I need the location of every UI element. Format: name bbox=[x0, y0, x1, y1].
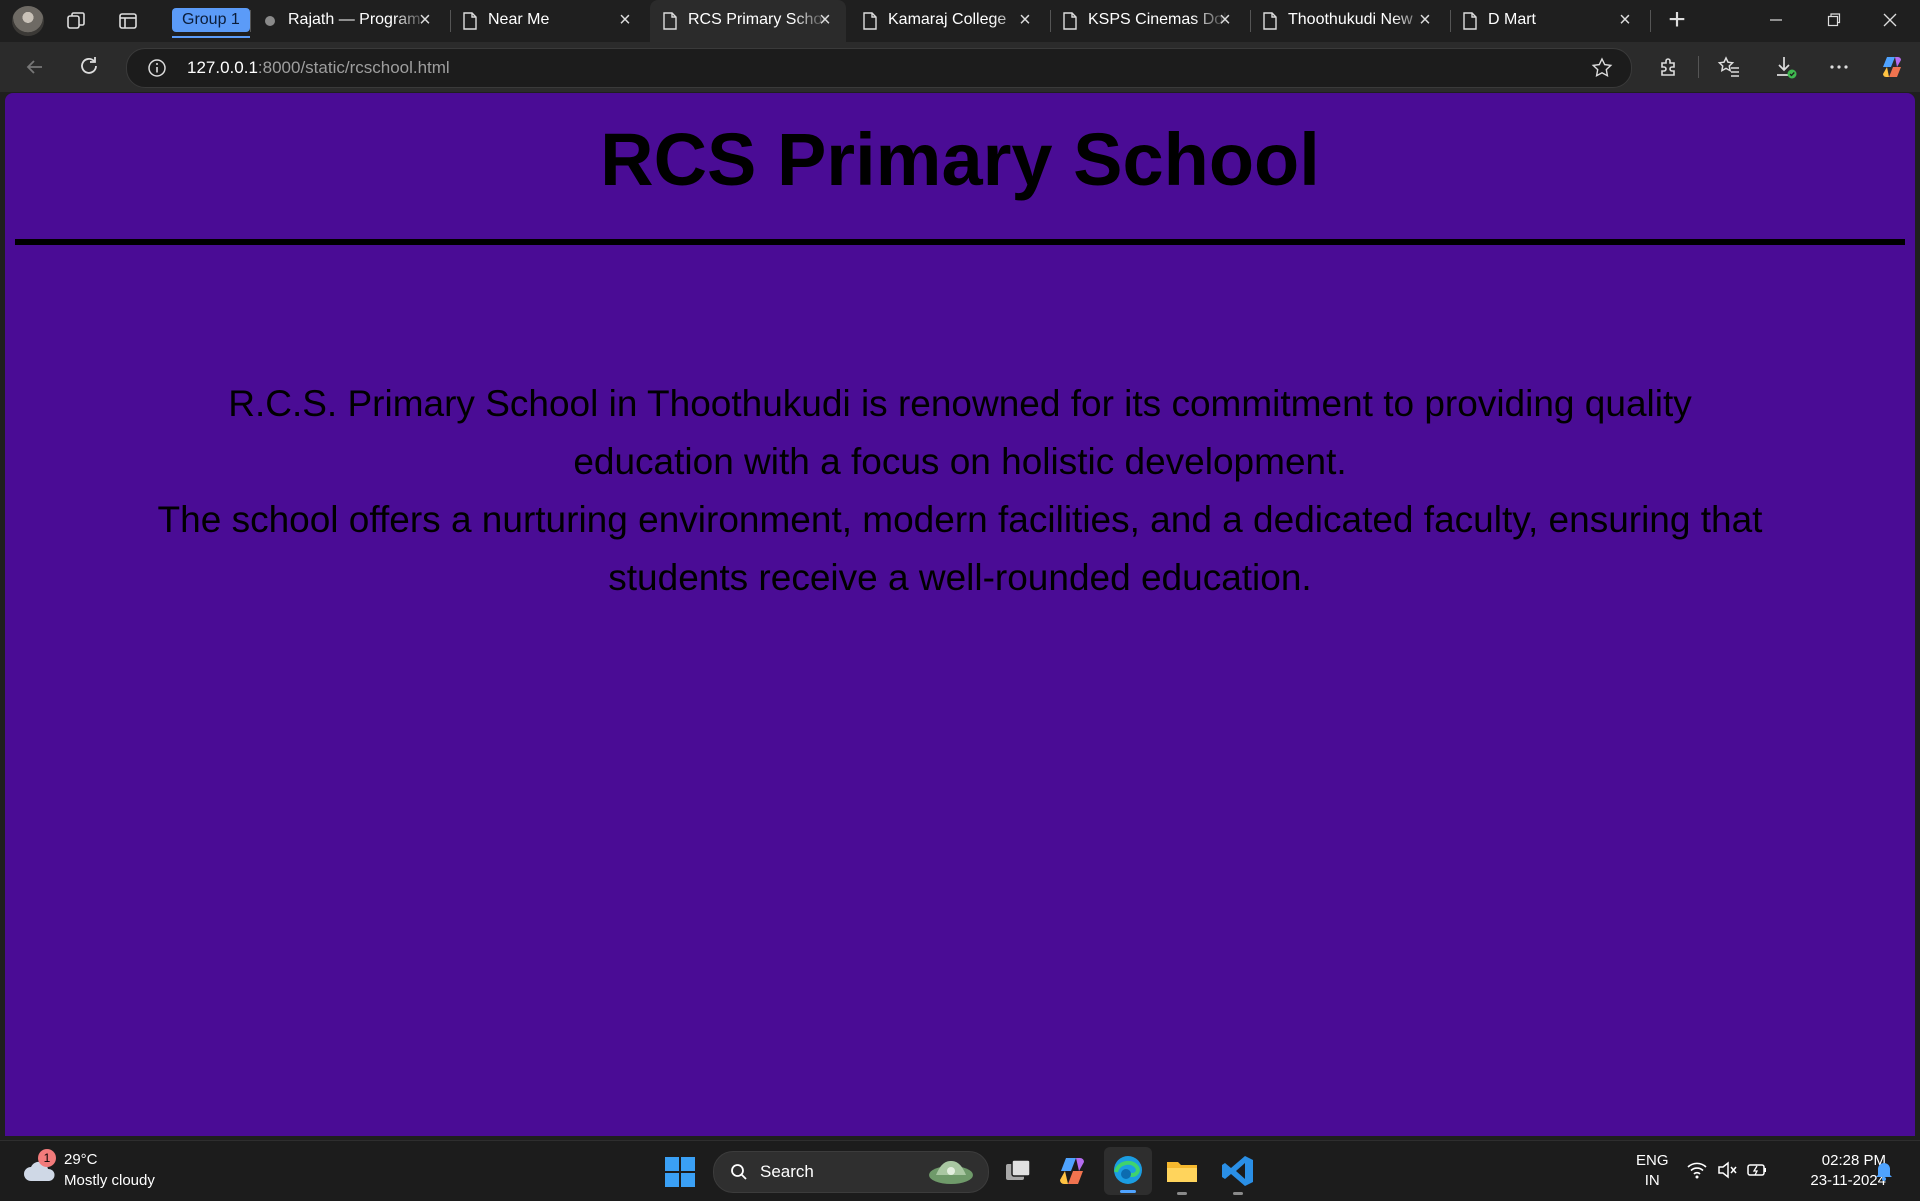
favorites-icon[interactable] bbox=[1716, 54, 1742, 80]
tab-title: Near Me bbox=[488, 11, 550, 28]
page-icon bbox=[1263, 12, 1277, 30]
tab-title: KSPS Cinemas Doll bbox=[1088, 11, 1228, 28]
active-indicator bbox=[1120, 1190, 1136, 1193]
running-indicator bbox=[1177, 1192, 1187, 1195]
url-host: 127.0.0.1 bbox=[187, 58, 258, 77]
close-icon[interactable]: × bbox=[616, 10, 634, 30]
close-icon bbox=[1883, 13, 1897, 27]
minimize-button[interactable] bbox=[1764, 10, 1788, 32]
page-description: R.C.S. Primary School in Thoothukudi is … bbox=[5, 375, 1915, 607]
region-code: IN bbox=[1644, 1172, 1660, 1189]
description-paragraph-1: R.C.S. Primary School in Thoothukudi is … bbox=[228, 383, 1692, 482]
back-icon[interactable] bbox=[22, 54, 48, 80]
vscode-icon bbox=[1222, 1156, 1253, 1186]
tab-strip: Group 1 Rajath — Program × Near Me × RCS… bbox=[0, 0, 1920, 42]
vscode-app-button[interactable] bbox=[1220, 1153, 1256, 1197]
edge-icon bbox=[1114, 1156, 1142, 1184]
dot-icon bbox=[265, 16, 275, 26]
description-paragraph-2: The school offers a nurturing environmen… bbox=[157, 499, 1763, 598]
tab-title: D Mart bbox=[1488, 11, 1536, 28]
page-icon bbox=[863, 12, 877, 30]
more-options-icon[interactable] bbox=[1826, 54, 1852, 80]
page-viewport: RCS Primary School R.C.S. Primary School… bbox=[5, 93, 1915, 1136]
search-icon bbox=[731, 1164, 747, 1180]
url-text[interactable]: 127.0.0.1:8000/static/rcschool.html bbox=[187, 58, 450, 78]
notification-badge: 1 bbox=[38, 1149, 56, 1167]
taskbar: 1 29°C Mostly cloudy Search ENG IN 02:28… bbox=[0, 1140, 1920, 1201]
restore-button[interactable] bbox=[1822, 10, 1846, 32]
task-view-icon[interactable] bbox=[1000, 1153, 1036, 1189]
close-icon[interactable]: × bbox=[1416, 10, 1434, 30]
tab-kamaraj-college[interactable]: Kamaraj College × bbox=[850, 0, 1046, 42]
tab-near-me[interactable]: Near Me × bbox=[450, 0, 646, 42]
tab-title: RCS Primary School bbox=[688, 11, 828, 28]
page-icon bbox=[463, 12, 477, 30]
close-icon[interactable]: × bbox=[1016, 10, 1034, 30]
weather-condition: Mostly cloudy bbox=[64, 1172, 155, 1189]
close-icon[interactable]: × bbox=[816, 10, 834, 30]
favorite-star-icon[interactable] bbox=[1591, 57, 1613, 79]
file-explorer-app-button[interactable] bbox=[1164, 1153, 1200, 1197]
battery-icon[interactable] bbox=[1746, 1159, 1768, 1181]
close-icon[interactable]: × bbox=[1616, 10, 1634, 30]
copilot-icon[interactable] bbox=[1879, 54, 1905, 80]
tab-d-mart[interactable]: D Mart × bbox=[1450, 0, 1646, 42]
notification-bell-icon[interactable] bbox=[1874, 1159, 1894, 1181]
address-bar[interactable]: 127.0.0.1:8000/static/rcschool.html bbox=[126, 48, 1632, 88]
tab-title: Kamaraj College bbox=[888, 11, 1007, 28]
browser-toolbar: 127.0.0.1:8000/static/rcschool.html bbox=[0, 42, 1920, 92]
copilot-app-icon[interactable] bbox=[1054, 1153, 1090, 1189]
folder-icon bbox=[1167, 1162, 1197, 1182]
minimize-icon bbox=[1770, 19, 1782, 21]
page-icon bbox=[663, 12, 677, 30]
clock-date: 23-11-2024 bbox=[1810, 1172, 1886, 1189]
new-tab-button[interactable]: + bbox=[1664, 5, 1690, 35]
downloads-icon[interactable] bbox=[1772, 54, 1798, 80]
taskbar-search[interactable]: Search bbox=[713, 1151, 989, 1193]
clock-time: 02:28 PM bbox=[1821, 1152, 1886, 1169]
vertical-tabs-icon[interactable] bbox=[118, 11, 138, 31]
close-icon[interactable]: × bbox=[416, 10, 434, 30]
tab-title: Rajath — Program bbox=[288, 11, 421, 28]
language-code: ENG bbox=[1636, 1152, 1669, 1169]
search-label: Search bbox=[760, 1162, 814, 1181]
tab-thoothukudi-news[interactable]: Thoothukudi New × bbox=[1250, 0, 1446, 42]
language-indicator[interactable]: ENG IN bbox=[1636, 1151, 1669, 1191]
workspaces-icon[interactable] bbox=[66, 11, 86, 31]
close-window-button[interactable] bbox=[1878, 10, 1902, 32]
tab-ksps-cinemas[interactable]: KSPS Cinemas Doll × bbox=[1050, 0, 1246, 42]
tab-separator bbox=[1650, 10, 1651, 32]
weather-temperature: 29°C bbox=[64, 1151, 98, 1168]
search-highlight-icon bbox=[929, 1161, 973, 1184]
system-clock[interactable]: 02:28 PM 23-11-2024 bbox=[1778, 1151, 1886, 1191]
profile-avatar[interactable] bbox=[12, 6, 44, 36]
url-path: :8000/static/rcschool.html bbox=[257, 58, 450, 77]
close-icon[interactable]: × bbox=[1216, 10, 1234, 30]
tab-group-label[interactable]: Group 1 bbox=[172, 8, 250, 38]
refresh-icon[interactable] bbox=[76, 54, 102, 80]
info-icon[interactable] bbox=[147, 58, 167, 78]
extensions-icon[interactable] bbox=[1656, 54, 1682, 80]
page-icon bbox=[1463, 12, 1477, 30]
toolbar-separator bbox=[1698, 56, 1699, 78]
restore-icon bbox=[1827, 13, 1841, 27]
running-indicator bbox=[1233, 1192, 1243, 1195]
tab-title: Thoothukudi New bbox=[1288, 11, 1413, 28]
wifi-icon[interactable] bbox=[1686, 1159, 1708, 1181]
page-title: RCS Primary School bbox=[600, 118, 1320, 201]
horizontal-rule bbox=[15, 239, 1905, 245]
tab-rcs-primary-school[interactable]: RCS Primary School × bbox=[650, 0, 846, 42]
volume-muted-icon[interactable] bbox=[1716, 1159, 1738, 1181]
tab-rajath[interactable]: Rajath — Program × bbox=[250, 0, 446, 42]
edge-app-button[interactable] bbox=[1104, 1147, 1152, 1195]
windows-start-icon[interactable] bbox=[664, 1156, 696, 1188]
page-icon bbox=[1063, 12, 1077, 30]
